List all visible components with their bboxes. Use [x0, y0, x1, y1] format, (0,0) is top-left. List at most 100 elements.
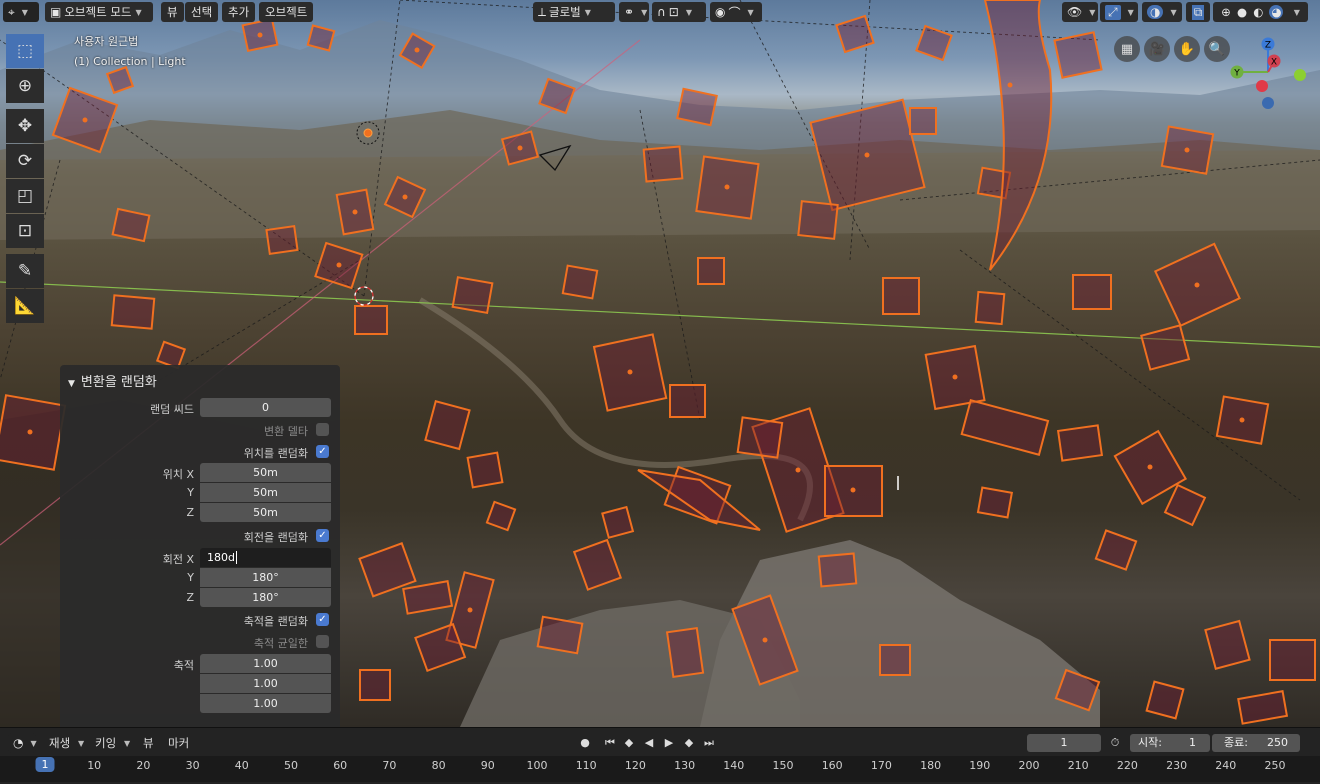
ruler-icon: 📐 [14, 296, 36, 316]
start-frame-field[interactable]: 시작: 1 [1130, 734, 1210, 752]
random-seed-field[interactable]: 0 [200, 398, 331, 417]
view3d-icon: ⌖ [8, 4, 15, 19]
location-x-label: 위치 X [162, 468, 194, 481]
rotate-icon: ⟳ [17, 151, 33, 171]
proportional-editing-button[interactable]: ◉ ⌒ ▼ [710, 2, 762, 22]
timeline-menu-keying[interactable]: 키잉 [95, 735, 116, 751]
gizmo-z-label: Z [1265, 41, 1271, 51]
shading-mode-buttons[interactable]: ⊕ ● ◐ ◕ ▼ [1213, 2, 1308, 22]
menu-add[interactable]: 추가 [222, 2, 256, 22]
rotate-tool[interactable]: ⟳ [6, 144, 44, 178]
solid-shading-icon[interactable]: ● [1237, 5, 1247, 19]
transform-tool[interactable]: ⊡ [6, 214, 44, 248]
timeline-menu-marker[interactable]: 마커 [168, 735, 189, 751]
chevron-down-icon: ▼ [1089, 7, 1096, 17]
current-frame-marker: 1 [35, 757, 55, 772]
jump-end-button[interactable]: ⏭ [700, 734, 718, 752]
pan-view-button[interactable]: ✋ [1174, 36, 1200, 62]
mode-select[interactable]: ▣ 오브젝트 모드 ▼ [45, 2, 153, 22]
randomize-location-checkbox[interactable]: ✓ [316, 445, 329, 458]
material-shading-icon[interactable]: ◐ [1253, 5, 1263, 19]
location-y-field[interactable]: 50m [200, 483, 331, 502]
scale-z-field[interactable]: 1.00 [200, 694, 331, 713]
frame-tick: 30 [185, 759, 200, 772]
scale-tool[interactable]: ◰ [6, 179, 44, 213]
menu-object[interactable]: 오브젝트 [259, 2, 314, 22]
gizmo-toggle-button[interactable]: ⤢ ▼ [1100, 2, 1138, 22]
snap-button[interactable]: ∩ ⊡ ▼ [652, 2, 706, 22]
annotate-tool[interactable]: ✎ [6, 254, 44, 288]
transform-delta-checkbox[interactable] [316, 423, 329, 436]
measure-tool[interactable]: 📐 [6, 289, 44, 323]
overlays-icon: ◑ [1147, 5, 1164, 19]
location-x-field[interactable]: 50m [200, 463, 331, 482]
scale-even-checkbox[interactable] [316, 635, 329, 648]
gizmo-x-label: X [1271, 58, 1277, 68]
wireframe-shading-icon[interactable]: ⊕ [1221, 5, 1231, 19]
frame-tick: 150 [772, 759, 794, 772]
xray-toggle-button[interactable]: ⧉ [1186, 2, 1210, 22]
visibility-button[interactable]: 👁 ▼ [1062, 2, 1098, 22]
cursor-tool[interactable]: ⊕ [6, 69, 44, 103]
record-button[interactable]: ● [576, 734, 594, 752]
frame-tick: 20 [136, 759, 151, 772]
rotation-x-field[interactable]: 180d [200, 548, 331, 567]
frame-tick: 90 [480, 759, 495, 772]
frame-tick: 140 [723, 759, 745, 772]
chevron-down-icon: ▼ [747, 7, 754, 17]
menu-view[interactable]: 뷰 [161, 2, 184, 22]
timeline-editor-type-button[interactable]: ◔ ▼ [8, 733, 37, 753]
scale-y-field[interactable]: 1.00 [200, 674, 331, 693]
chevron-down-icon: ▼ [641, 7, 648, 17]
frame-tick: 210 [1067, 759, 1089, 772]
scale-label: 축적 [173, 659, 194, 672]
move-tool[interactable]: ✥ [6, 109, 44, 143]
rotation-y-field[interactable]: 180° [200, 568, 331, 587]
randomize-rotation-checkbox[interactable]: ✓ [316, 529, 329, 542]
chevron-down-icon: ▼ [135, 7, 142, 17]
frame-tick: 50 [284, 759, 298, 772]
next-keyframe-button[interactable]: ◆ [680, 734, 698, 752]
frame-tick: 130 [674, 759, 696, 772]
frame-tick: 40 [234, 759, 249, 772]
play-icon: ▶ [664, 736, 674, 749]
timeline-menu-view[interactable]: 뷰 [143, 735, 154, 751]
transform-orientation-select[interactable]: ⟂ 글로벌 ▼ [533, 2, 615, 22]
redo-panel-header[interactable]: ▼ 변환을 랜덤화 [68, 371, 157, 390]
scale-x-field[interactable]: 1.00 [200, 654, 331, 673]
current-frame-field[interactable]: 1 [1027, 734, 1101, 752]
next-keyframe-icon: ◆ [684, 736, 694, 749]
camera-view-button[interactable]: 🎥 [1144, 36, 1170, 62]
randomize-scale-checkbox[interactable]: ✓ [316, 613, 329, 626]
editor-type-button[interactable]: ⌖ ▼ [3, 2, 39, 22]
toggle-perspective-button[interactable]: ▦ [1114, 36, 1140, 62]
timeline-menu-playback[interactable]: 재생 [49, 735, 70, 751]
check-icon: ✓ [318, 614, 327, 625]
rotation-z-field[interactable]: 180° [200, 588, 331, 607]
play-reverse-button[interactable]: ◀ [640, 734, 658, 752]
orientation-icon: ⟂ [538, 4, 547, 19]
eye-icon: 👁 [1067, 5, 1083, 19]
rendered-shading-icon[interactable]: ◕ [1269, 5, 1284, 19]
navigation-gizmo[interactable]: Z Y X [1222, 34, 1314, 114]
move-icon: ✥ [17, 116, 33, 136]
viewport-info: 사용자 원근법 (1) Collection | Light [74, 32, 186, 72]
end-frame-label: 종료: [1224, 736, 1248, 749]
stopwatch-button[interactable]: ⏱ [1106, 734, 1124, 752]
pivot-point-button[interactable]: ⚭ ▼ [619, 2, 649, 22]
play-button[interactable]: ▶ [660, 734, 678, 752]
select-box-tool[interactable]: ⬚ [6, 34, 44, 68]
chevron-down-icon: ▼ [1127, 7, 1134, 17]
overlays-toggle-button[interactable]: ◑ ▼ [1142, 2, 1182, 22]
prev-keyframe-button[interactable]: ◆ [620, 734, 638, 752]
grid-icon: ▦ [1120, 41, 1134, 57]
jump-start-button[interactable]: ⏮ [601, 734, 619, 752]
random-seed-label: 랜덤 씨드 [150, 403, 194, 416]
frame-ruler[interactable]: 1 10 20 30 40 50 60 70 80 90 100 110 120 130 140 150 160… [0, 756, 1320, 782]
location-z-field[interactable]: 50m [200, 503, 331, 522]
3d-viewport[interactable]: ⌖ ▼ ▣ 오브젝트 모드 ▼ 뷰 선택 추가 오브젝트 ⟂ 글로벌 ▼ ⚭ ▼ ∩… [0, 0, 1320, 727]
rotation-z-label: Z [186, 591, 194, 604]
end-frame-field[interactable]: 종료: 250 [1212, 734, 1300, 752]
menu-select[interactable]: 선택 [185, 2, 219, 22]
stopwatch-icon: ⏱ [1110, 736, 1120, 749]
